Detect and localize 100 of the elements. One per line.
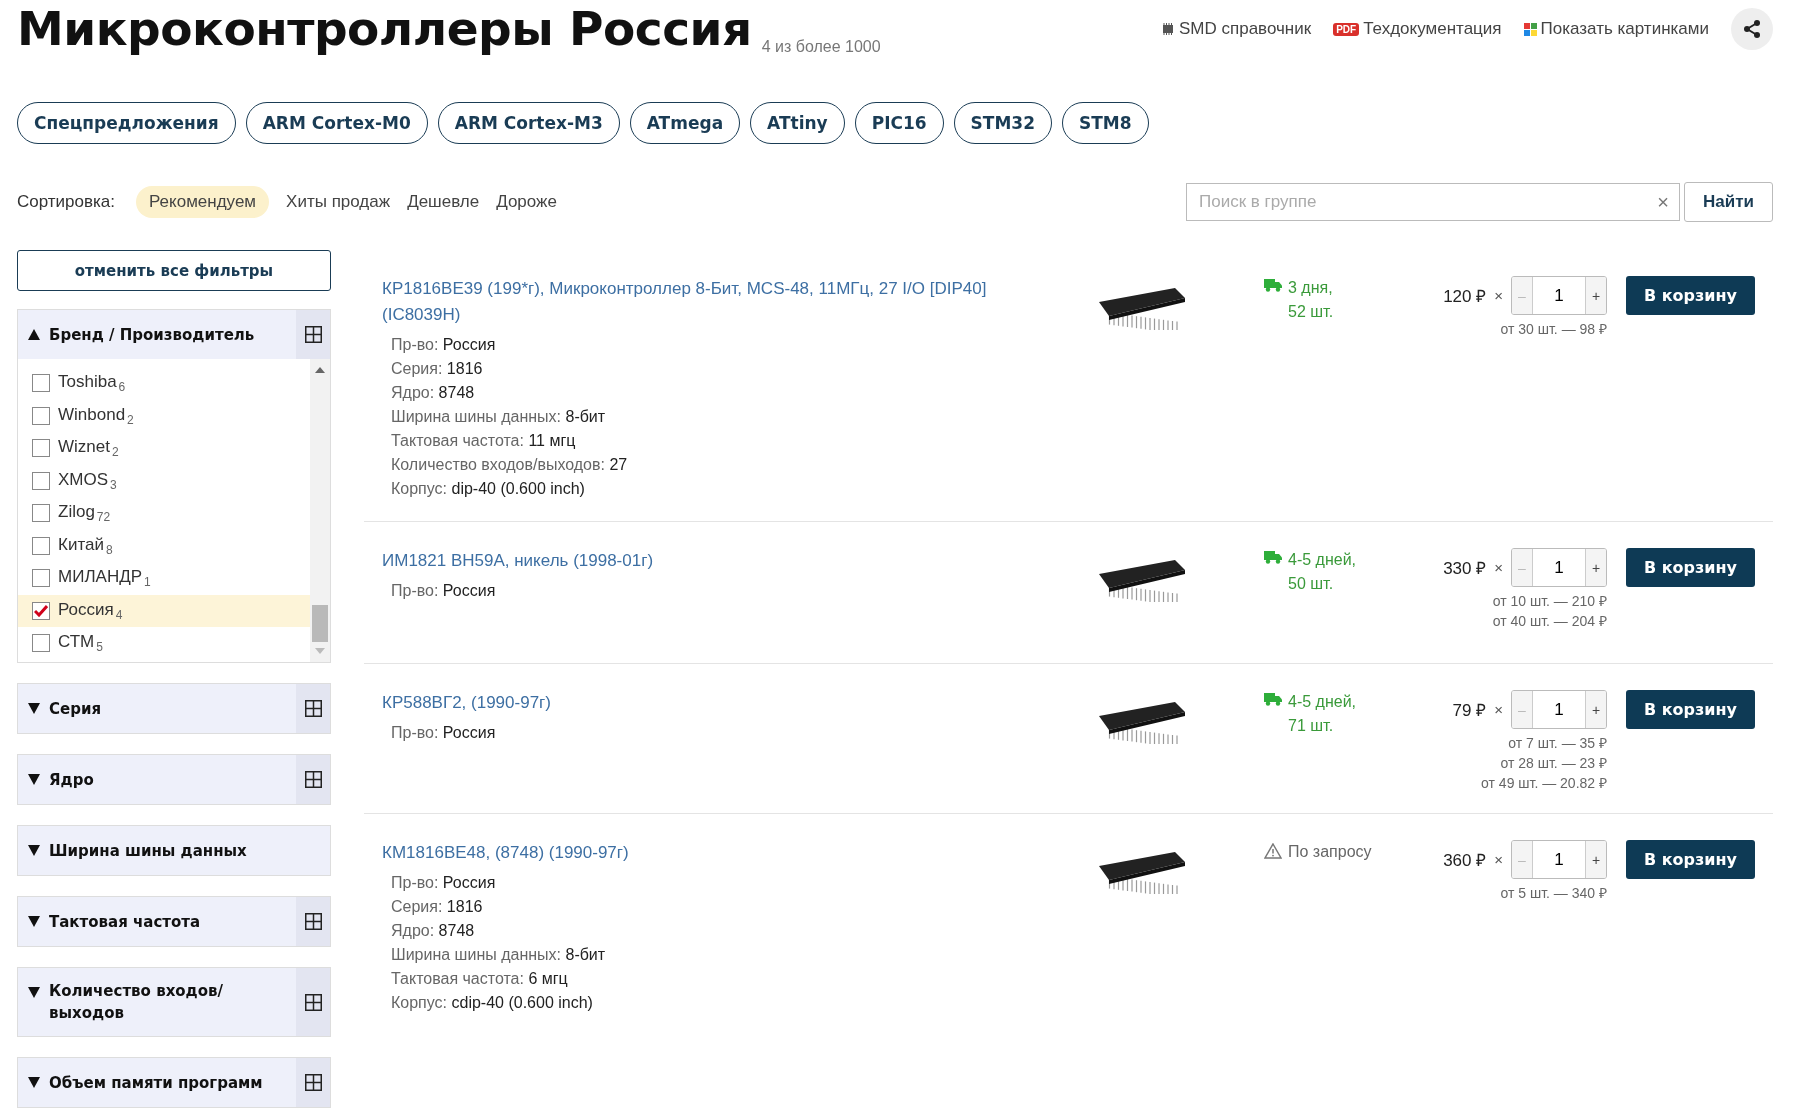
delivery-text: 71 шт. bbox=[1288, 716, 1335, 736]
times-sign: × bbox=[1494, 701, 1503, 718]
checkbox[interactable] bbox=[32, 406, 50, 425]
search-field[interactable]: Поиск в группе × bbox=[1186, 183, 1681, 221]
product-link[interactable]: КР588ВГ2, (1990-97г) bbox=[382, 690, 1002, 716]
checkbox[interactable] bbox=[32, 439, 50, 458]
plus-button[interactable]: + bbox=[1585, 549, 1606, 586]
share-button[interactable] bbox=[1731, 8, 1773, 50]
price-tier-text: от 7 шт. — 35 ₽ bbox=[1508, 734, 1607, 753]
add-to-cart-button[interactable]: В корзину bbox=[1625, 690, 1755, 729]
delivery-text: По запросу bbox=[1288, 842, 1372, 862]
product-spec: Серия: 1816 bbox=[390, 897, 484, 917]
add-to-cart-button[interactable]: В корзину bbox=[1625, 840, 1755, 879]
sort-option[interactable]: Дороже bbox=[496, 186, 557, 218]
filter-header[interactable]: Бренд / Производитель bbox=[18, 310, 330, 359]
brand-option[interactable]: Wiznet$_{2}$ bbox=[18, 432, 310, 465]
filter-header[interactable]: Серия bbox=[18, 684, 330, 733]
filter-header[interactable]: Ядро bbox=[18, 755, 330, 804]
product-spec: Корпус: dip-40 (0.600 inch) bbox=[390, 479, 586, 499]
brand-option[interactable]: Toshiba$_{6}$ bbox=[18, 367, 310, 400]
checkbox[interactable] bbox=[32, 569, 50, 588]
times-sign: × bbox=[1494, 851, 1503, 868]
checkbox[interactable] bbox=[32, 471, 50, 490]
reset-filters-button[interactable]: отменить все фильтры bbox=[17, 250, 331, 291]
product-spec: Тактовая частота: 6 мгц bbox=[390, 969, 569, 989]
scroll-up-icon[interactable] bbox=[315, 367, 325, 373]
brand-option[interactable]: Россия$_{4}$ bbox=[18, 594, 310, 627]
triangle-icon bbox=[28, 1077, 40, 1088]
quantity-stepper[interactable]: – 1 + bbox=[1511, 276, 1607, 315]
sort-option[interactable]: Рекомендуем bbox=[136, 186, 270, 218]
price-tier-text: от 28 шт. — 23 ₽ bbox=[1500, 754, 1607, 773]
product-link[interactable]: ИМ1821 ВН59А, никель (1998-01г) bbox=[382, 548, 1002, 574]
sort-option[interactable]: Дешевле bbox=[407, 186, 480, 218]
triangle-icon bbox=[28, 845, 40, 856]
product-spec: Ширина шины данных: 8-бит bbox=[390, 945, 607, 965]
price-tier-text: от 10 шт. — 210 ₽ bbox=[1492, 592, 1607, 611]
filter-title: Тактовая частота bbox=[49, 911, 202, 933]
grid-view-button[interactable] bbox=[296, 1058, 330, 1107]
product-spec: Пр-во: Россия bbox=[390, 335, 497, 355]
brand-option[interactable]: Китай$_{8}$ bbox=[18, 529, 310, 562]
brand-option[interactable]: Zilog$_{72}$ bbox=[18, 497, 310, 530]
brand-option[interactable]: МИЛАНДР$_{1}$ bbox=[18, 562, 310, 595]
filter-title: Количество входов/ выходов bbox=[49, 981, 224, 1024]
header-link[interactable]: Показать картинками bbox=[1523, 19, 1709, 39]
checkbox[interactable] bbox=[32, 536, 50, 555]
price-tier-text: от 40 шт. — 204 ₽ bbox=[1492, 612, 1607, 631]
filter-title: Ширина шины данных bbox=[49, 840, 248, 862]
brand-option[interactable]: XMOS$_{3}$ bbox=[18, 464, 310, 497]
filter-header[interactable]: Ширина шины данных bbox=[18, 826, 330, 875]
product-spec: Пр-во: Россия bbox=[390, 873, 497, 893]
scrollbar[interactable] bbox=[310, 359, 330, 662]
plus-button[interactable]: + bbox=[1585, 277, 1606, 314]
checkbox[interactable] bbox=[32, 374, 50, 393]
filter-header[interactable]: Тактовая частота bbox=[18, 897, 330, 946]
price-tier-text: от 30 шт. — 98 ₽ bbox=[1500, 320, 1607, 339]
triangle-icon bbox=[28, 703, 40, 714]
quantity-stepper[interactable]: – 1 + bbox=[1511, 548, 1607, 587]
product-spec: Корпус: cdip-40 (0.600 inch) bbox=[390, 993, 594, 1013]
grid-view-button[interactable] bbox=[296, 755, 330, 804]
checkbox[interactable] bbox=[32, 634, 50, 653]
brand-option[interactable]: СТМ$_{5}$ bbox=[18, 627, 310, 660]
grid-view-button[interactable] bbox=[296, 684, 330, 733]
clear-button[interactable]: × bbox=[1657, 190, 1670, 214]
price: 330 ₽ bbox=[1443, 558, 1487, 579]
product-spec: Пр-во: Россия bbox=[390, 723, 497, 743]
product-spec: Пр-во: Россия bbox=[390, 581, 497, 601]
product-link[interactable]: КМ1816ВЕ48, (8748) (1990-97г) bbox=[382, 840, 1002, 866]
header-link[interactable]: PDF Техдокументация bbox=[1333, 19, 1502, 39]
product-spec: Тактовая частота: 11 мгц bbox=[390, 431, 577, 451]
grid-view-button[interactable] bbox=[296, 310, 330, 359]
plus-button[interactable]: + bbox=[1585, 841, 1606, 878]
price-tier-text: от 5 шт. — 340 ₽ bbox=[1500, 884, 1607, 903]
brand-option[interactable]: Winbond$_{2}$ bbox=[18, 399, 310, 432]
checkbox[interactable] bbox=[32, 504, 50, 523]
filter-header[interactable]: Объем памяти программ bbox=[18, 1058, 330, 1107]
add-to-cart-button[interactable]: В корзину bbox=[1625, 548, 1755, 587]
find-button[interactable]: Найти bbox=[1684, 182, 1773, 222]
delivery-text: 52 шт. bbox=[1288, 302, 1334, 322]
product-link[interactable]: КР1816ВЕ39 (199*г), Микроконтроллер 8-Бит, MCS-48, 11МГц, 27 I/O [DIP40] (IC8039H) bbox=[382, 276, 1002, 328]
triangle-icon bbox=[28, 774, 40, 785]
sort-label: Сортировка: bbox=[17, 192, 116, 212]
sort-option[interactable]: Хиты продаж bbox=[286, 186, 391, 218]
price: 120 ₽ bbox=[1443, 286, 1487, 307]
header-link[interactable]: SMD справочник bbox=[1160, 19, 1312, 39]
grid-icon bbox=[304, 771, 322, 788]
scrollbar-thumb[interactable] bbox=[312, 605, 328, 642]
filter-title: Серия bbox=[49, 698, 103, 720]
grid-view-button[interactable] bbox=[296, 968, 330, 1036]
grid-view-button[interactable] bbox=[296, 897, 330, 946]
checkbox[interactable] bbox=[32, 601, 50, 620]
quantity-stepper[interactable]: – 1 + bbox=[1511, 690, 1607, 729]
quantity-stepper[interactable]: – 1 + bbox=[1511, 840, 1607, 879]
product-spec: Ширина шины данных: 8-бит bbox=[390, 407, 607, 427]
add-to-cart-button[interactable]: В корзину bbox=[1625, 276, 1755, 315]
triangle-icon bbox=[28, 329, 40, 340]
grid-icon bbox=[304, 993, 322, 1011]
grid-icon bbox=[304, 1074, 322, 1091]
plus-button[interactable]: + bbox=[1585, 691, 1606, 728]
filter-header[interactable]: Количество входов/ выходов bbox=[18, 968, 330, 1036]
triangle-icon bbox=[28, 916, 40, 927]
